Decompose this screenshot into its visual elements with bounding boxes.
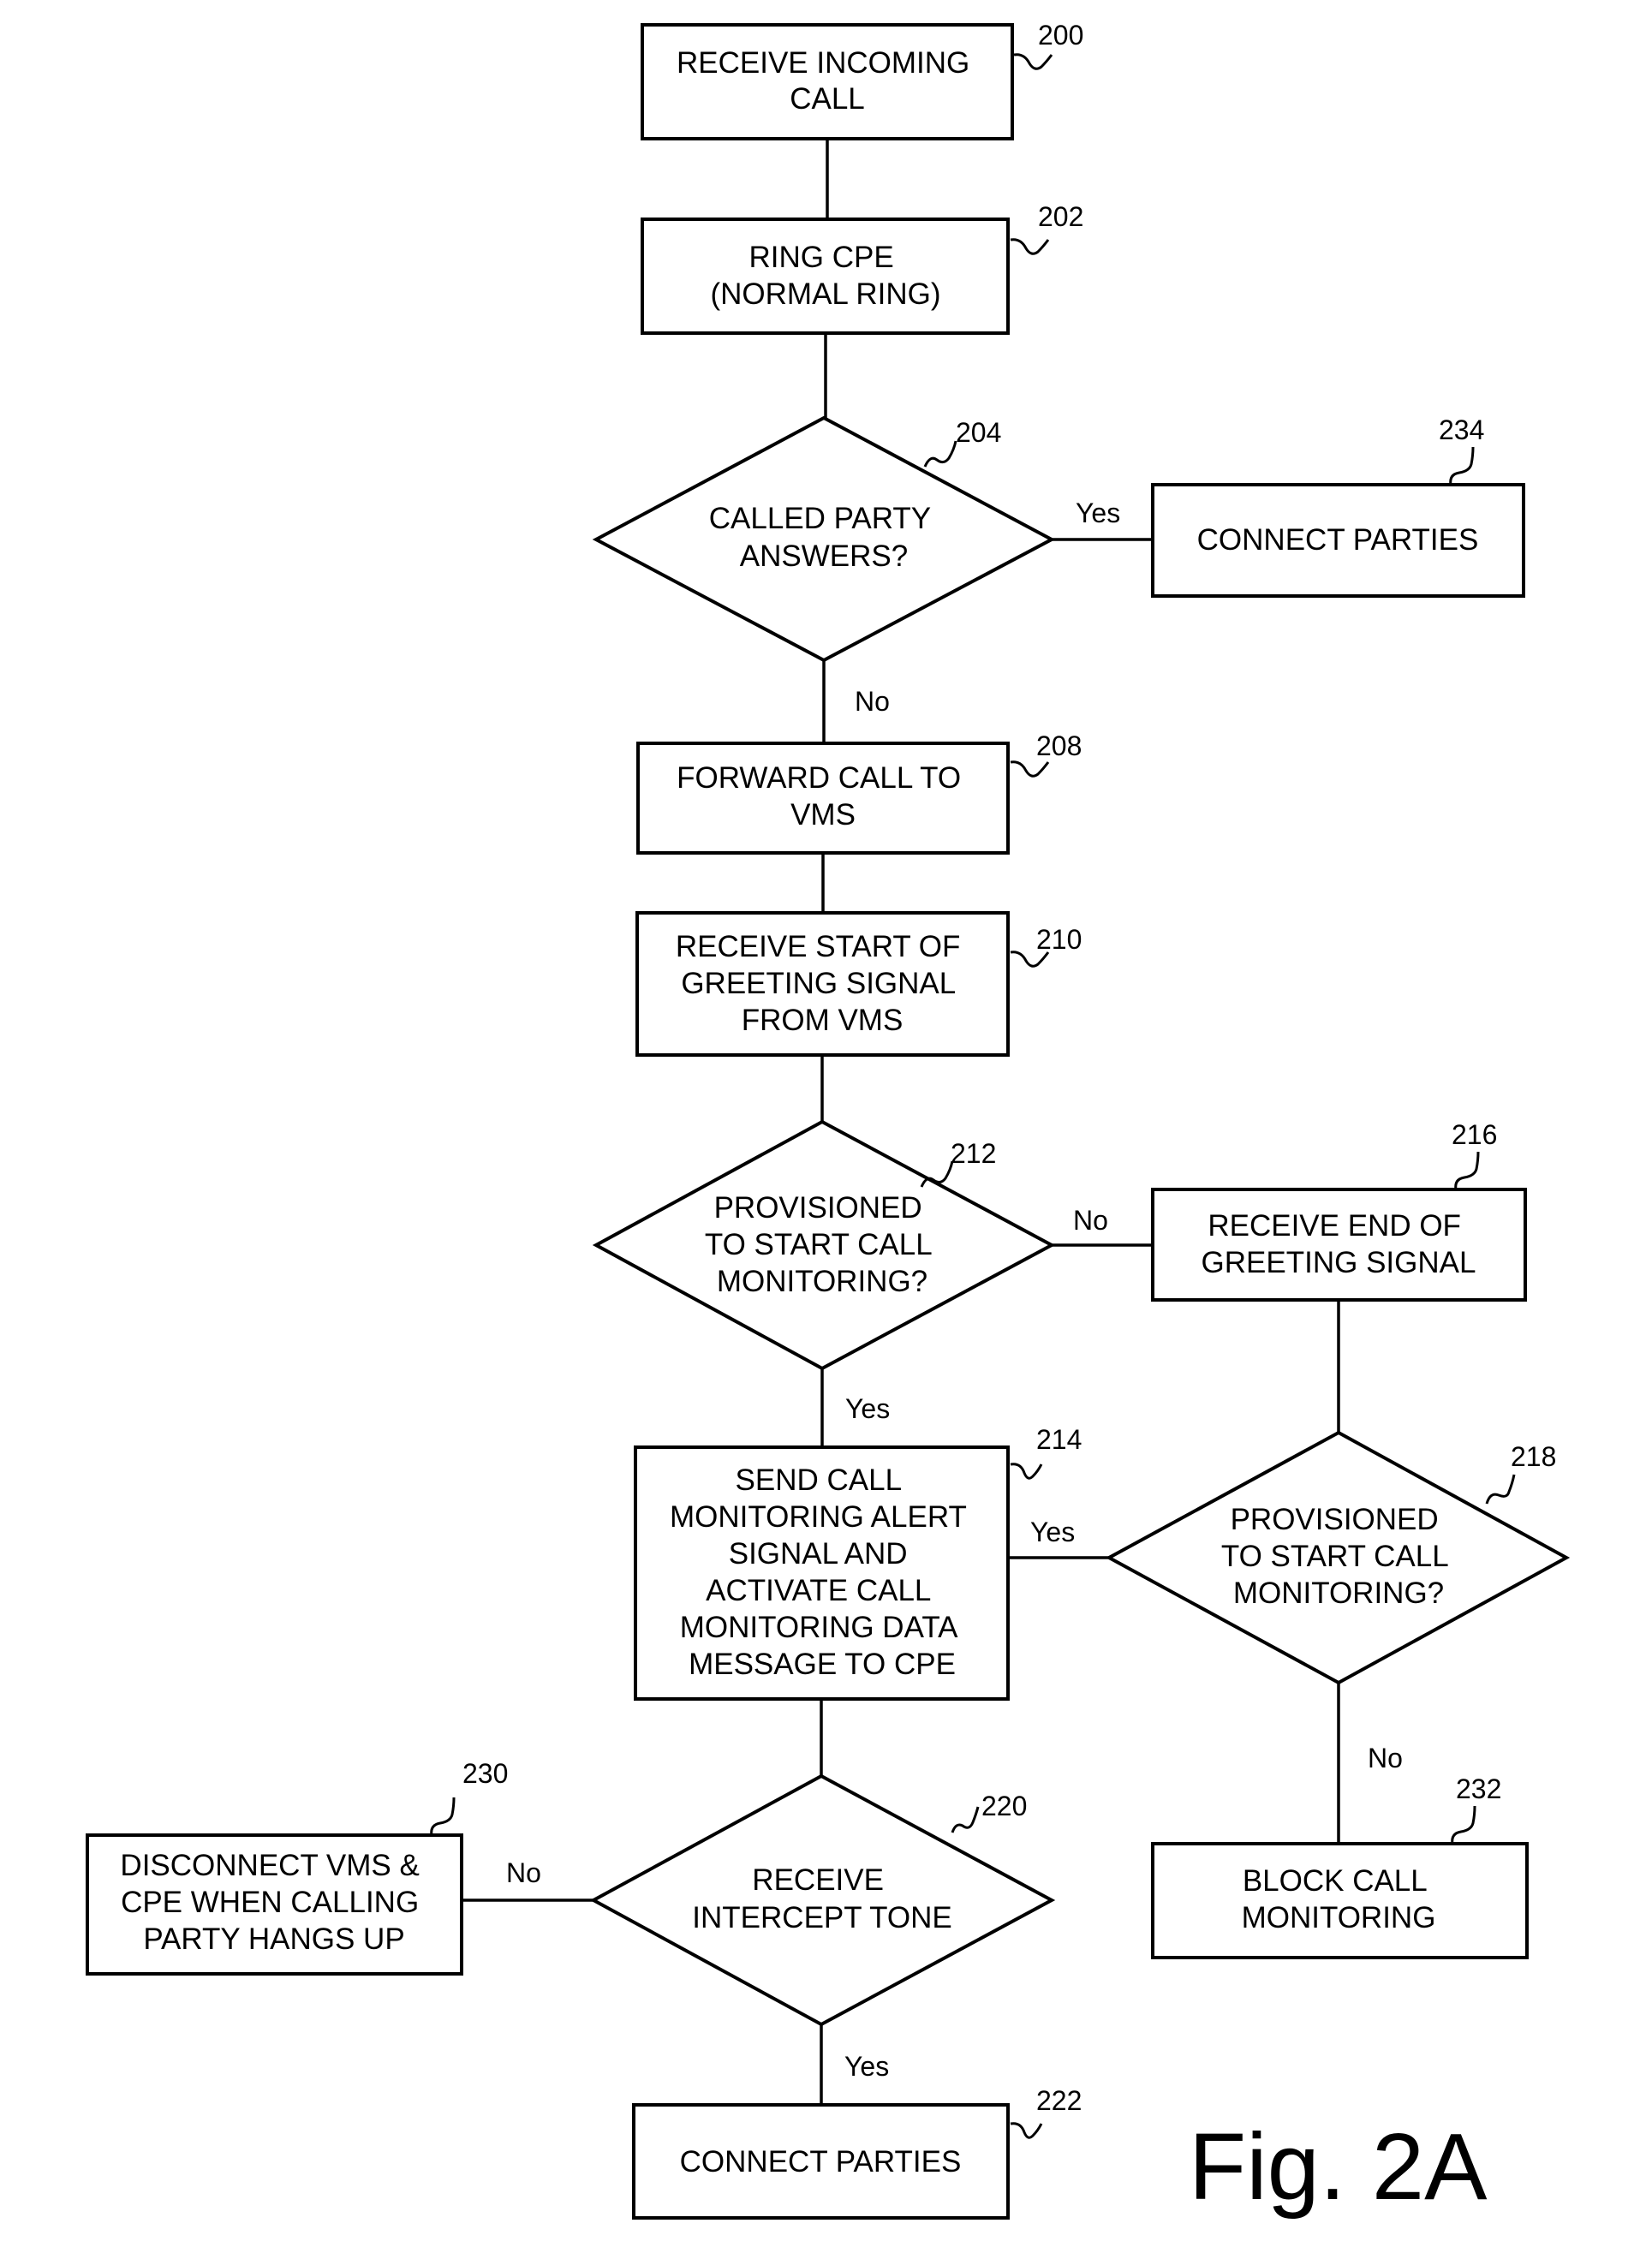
node-234-text: CONNECT PARTIES bbox=[1197, 523, 1479, 557]
edge-label-212-no: No bbox=[1073, 1205, 1108, 1236]
ref-234: 234 bbox=[1439, 414, 1484, 486]
svg-text:230: 230 bbox=[462, 1758, 508, 1789]
svg-text:232: 232 bbox=[1456, 1773, 1501, 1804]
node-222-text: CONNECT PARTIES bbox=[680, 2145, 962, 2179]
ref-222: 222 bbox=[1010, 2085, 1082, 2139]
svg-text:216: 216 bbox=[1452, 1119, 1497, 1150]
svg-text:222: 222 bbox=[1036, 2085, 1082, 2116]
svg-text:234: 234 bbox=[1439, 414, 1484, 445]
ref-214: 214 bbox=[1010, 1424, 1082, 1480]
edge-label-212-yes: Yes bbox=[845, 1393, 890, 1424]
svg-text:204: 204 bbox=[956, 417, 1001, 448]
svg-text:214: 214 bbox=[1036, 1424, 1082, 1455]
edge-label-218-no: No bbox=[1368, 1743, 1403, 1773]
edge-label-218-yes: Yes bbox=[1030, 1517, 1075, 1547]
connectors bbox=[462, 139, 1340, 2105]
ref-216: 216 bbox=[1452, 1119, 1497, 1190]
svg-text:202: 202 bbox=[1038, 201, 1083, 232]
edge-label-220-yes: Yes bbox=[844, 2051, 889, 2082]
node-218-text: PROVISIONED TO START CALL MONITORING? bbox=[1221, 1503, 1456, 1610]
ref-204: 204 bbox=[923, 417, 1001, 468]
figure-label: Fig. 2A bbox=[1189, 2114, 1488, 2220]
ref-230: 230 bbox=[430, 1758, 508, 1836]
ref-210: 210 bbox=[1010, 924, 1082, 968]
edge-label-220-no: No bbox=[506, 1857, 541, 1888]
flowchart: RECEIVE INCOMING CALL RING CPE (NORMAL R… bbox=[86, 20, 1571, 2220]
ref-200: 200 bbox=[1013, 20, 1083, 70]
ref-220: 220 bbox=[951, 1791, 1027, 1833]
edge-label-204-yes: Yes bbox=[1076, 498, 1120, 528]
svg-text:200: 200 bbox=[1038, 20, 1083, 51]
svg-text:208: 208 bbox=[1036, 730, 1082, 761]
svg-text:220: 220 bbox=[981, 1791, 1027, 1821]
edge-label-204-no: No bbox=[855, 686, 890, 717]
node-230-text: DISCONNECT VMS & CPE WHEN CALLING PARTY … bbox=[120, 1849, 427, 1956]
svg-text:218: 218 bbox=[1511, 1441, 1556, 1472]
ref-212: 212 bbox=[920, 1138, 996, 1188]
ref-218: 218 bbox=[1485, 1441, 1556, 1505]
ref-232: 232 bbox=[1451, 1773, 1501, 1845]
node-212-text: PROVISIONED TO START CALL MONITORING? bbox=[705, 1191, 939, 1298]
node-216 bbox=[1151, 1188, 1527, 1302]
svg-text:212: 212 bbox=[951, 1138, 996, 1169]
svg-text:210: 210 bbox=[1036, 924, 1082, 955]
node-202 bbox=[641, 218, 1010, 335]
ref-202: 202 bbox=[1010, 201, 1083, 255]
ref-208: 208 bbox=[1010, 730, 1082, 778]
